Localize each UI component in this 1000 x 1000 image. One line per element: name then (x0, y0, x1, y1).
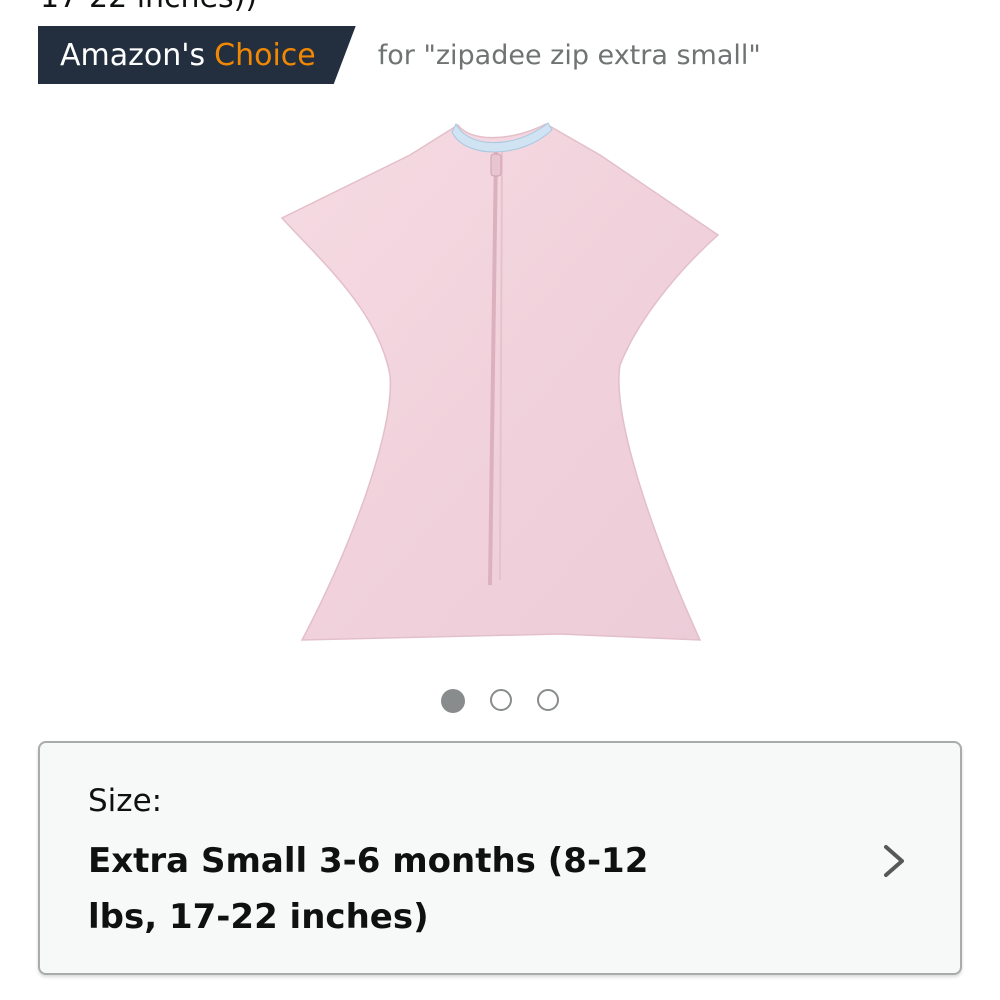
carousel-indicator (0, 689, 1000, 715)
badge-prefix: Amazon's (60, 37, 206, 73)
amazons-choice-row: Amazon's Choice for "zipadee zip extra s… (38, 26, 761, 84)
carousel-dot-3[interactable] (537, 689, 559, 711)
carousel-dot-1[interactable] (441, 689, 465, 713)
amazons-choice-badge[interactable]: Amazon's Choice (38, 26, 356, 84)
selected-size-value: Extra Small 3-6 months (8-12 lbs, 17-22 … (88, 841, 649, 937)
chevron-right-icon (884, 845, 904, 877)
carousel-dot-2[interactable] (490, 689, 512, 711)
product-image-sleep-sack[interactable] (270, 110, 730, 655)
size-label: Size: (88, 783, 163, 819)
badge-highlight: Choice (214, 37, 316, 73)
size-selector-button[interactable]: Size: Extra Small 3-6 months (8-12 lbs, … (38, 741, 962, 975)
truncated-title-text: 17-22 inches)) (40, 0, 257, 18)
product-page: 17-22 inches)) Amazon's Choice for "zipa… (0, 0, 1000, 1000)
zipper-pull (490, 153, 502, 177)
badge-search-context: for "zipadee zip extra small" (377, 39, 761, 71)
